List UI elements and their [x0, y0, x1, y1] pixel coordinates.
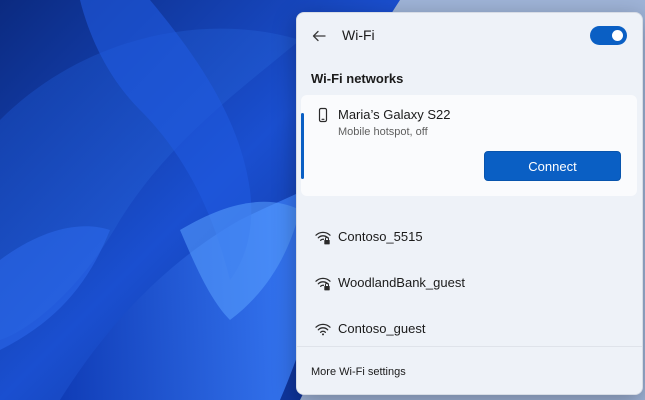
wifi-secured-icon [315, 277, 331, 291]
network-item-contoso-guest[interactable]: Contoso_guest [301, 307, 637, 351]
wifi-icon [315, 323, 331, 336]
wifi-panel: Wi-Fi Wi-Fi networks Maria’s Galaxy S22 … [296, 12, 643, 395]
phone-icon [318, 107, 328, 123]
wifi-toggle[interactable] [590, 26, 627, 45]
connect-button[interactable]: Connect [484, 151, 621, 181]
selection-indicator [301, 113, 304, 179]
panel-title: Wi-Fi [342, 27, 375, 43]
panel-header: Wi-Fi [297, 13, 642, 59]
network-name: Maria’s Galaxy S22 [338, 107, 451, 122]
panel-footer: More Wi-Fi settings [297, 346, 642, 394]
toggle-knob [612, 30, 623, 41]
section-title: Wi-Fi networks [311, 71, 404, 86]
back-arrow-icon [312, 30, 326, 42]
network-name: Contoso_5515 [338, 229, 423, 244]
network-name: WoodlandBank_guest [338, 275, 465, 290]
back-button[interactable] [307, 25, 331, 47]
network-status: Mobile hotspot, off [338, 126, 428, 138]
selected-network-card[interactable]: Maria’s Galaxy S22 Mobile hotspot, off C… [301, 95, 637, 196]
network-item-contoso-5515[interactable]: Contoso_5515 [301, 215, 637, 259]
more-wifi-settings-link[interactable]: More Wi-Fi settings [311, 366, 406, 378]
network-name: Contoso_guest [338, 321, 426, 336]
network-item-woodlandbank-guest[interactable]: WoodlandBank_guest [301, 261, 637, 305]
wifi-secured-icon [315, 231, 331, 245]
